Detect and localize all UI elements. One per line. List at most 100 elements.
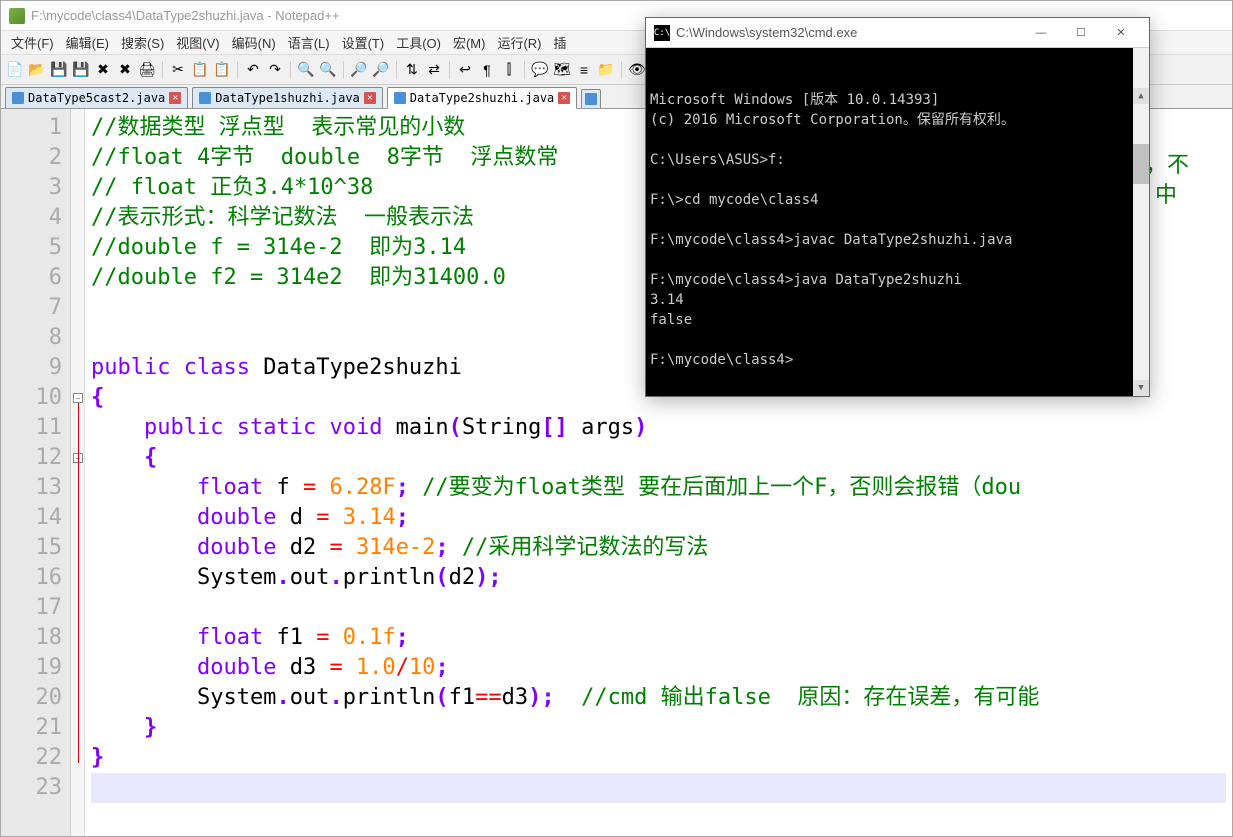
save-icon[interactable]: 💾 (49, 60, 69, 80)
tab-label: DataType5cast2.java (28, 91, 165, 105)
folder-icon[interactable]: 📁 (596, 60, 616, 80)
code-line[interactable]: } (91, 743, 1226, 773)
toolbar-separator (524, 61, 525, 79)
close-button[interactable]: ✕ (1101, 19, 1141, 47)
code-line[interactable]: public static void main(String[] args) (91, 413, 1226, 443)
editor-tab[interactable]: DataType2shuzhi.java (387, 87, 578, 109)
new-file-icon[interactable]: 📄 (5, 60, 25, 80)
code-line[interactable]: } (91, 713, 1226, 743)
overflow-text-line3: 中 (1155, 177, 1177, 209)
cut-icon[interactable]: ✂ (168, 60, 188, 80)
cmd-output[interactable]: Microsoft Windows [版本 10.0.14393] (c) 20… (646, 48, 1149, 396)
cmd-scrollbar[interactable]: ▲ ▼ (1133, 48, 1149, 396)
zoom-out-icon[interactable]: 🔎 (371, 60, 391, 80)
code-line[interactable] (91, 773, 1226, 803)
toolbar-separator (396, 61, 397, 79)
toolbar-separator (237, 61, 238, 79)
cmd-text: Microsoft Windows [版本 10.0.14393] (c) 20… (650, 90, 1145, 370)
notepadpp-icon (9, 8, 25, 24)
code-line[interactable]: double d3 = 1.0/10; (91, 653, 1226, 683)
paste-icon[interactable]: 📋 (212, 60, 232, 80)
line-number: 13 (1, 473, 62, 503)
fold-toggle-icon[interactable]: − (73, 393, 83, 403)
toolbar-separator (621, 61, 622, 79)
code-line[interactable]: double d = 3.14; (91, 503, 1226, 533)
cmd-window-title: C:\Windows\system32\cmd.exe (676, 25, 1021, 40)
editor-tab-overflow[interactable] (581, 89, 601, 108)
lang-icon[interactable]: 💬 (530, 60, 550, 80)
line-number-gutter: 1234567891011121314151617181920212223 (1, 109, 71, 836)
menu-item[interactable]: 运行(R) (491, 31, 547, 54)
code-line[interactable]: float f1 = 0.1f; (91, 623, 1226, 653)
line-number: 2 (1, 143, 62, 173)
find-icon[interactable]: 🔍 (296, 60, 316, 80)
scroll-thumb[interactable] (1133, 144, 1149, 184)
tab-close-icon[interactable] (169, 92, 181, 104)
line-number: 23 (1, 773, 62, 803)
replace-icon[interactable]: 🔍 (318, 60, 338, 80)
all-chars-icon[interactable]: ¶ (477, 60, 497, 80)
monitor-icon[interactable]: 👁 (627, 60, 647, 80)
line-number: 20 (1, 683, 62, 713)
save-all-icon[interactable]: 💾 (71, 60, 91, 80)
editor-tab[interactable]: DataType5cast2.java (5, 87, 188, 108)
line-number: 15 (1, 533, 62, 563)
tab-close-icon[interactable] (364, 92, 376, 104)
copy-icon[interactable]: 📋 (190, 60, 210, 80)
menu-item[interactable]: 编辑(E) (60, 31, 115, 54)
tab-close-icon[interactable] (558, 92, 570, 104)
minimize-button[interactable]: — (1021, 19, 1061, 47)
code-line[interactable]: System.out.println(d2); (91, 563, 1226, 593)
fold-guide-line (78, 403, 79, 763)
open-file-icon[interactable]: 📂 (27, 60, 47, 80)
code-line[interactable]: double d2 = 314e-2; //采用科学记数法的写法 (91, 533, 1226, 563)
close-icon[interactable]: ✖ (93, 60, 113, 80)
toolbar-separator (162, 61, 163, 79)
menu-item[interactable]: 文件(F) (5, 31, 60, 54)
line-number: 21 (1, 713, 62, 743)
line-number: 18 (1, 623, 62, 653)
menu-item[interactable]: 视图(V) (170, 31, 225, 54)
code-line[interactable] (91, 593, 1226, 623)
menu-item[interactable]: 编码(N) (226, 31, 282, 54)
undo-icon[interactable]: ↶ (243, 60, 263, 80)
menu-item[interactable]: 搜索(S) (115, 31, 170, 54)
code-line[interactable]: float f = 6.28F; //要变为float类型 要在后面加上一个F，… (91, 473, 1226, 503)
toolbar-separator (290, 61, 291, 79)
zoom-in-icon[interactable]: 🔎 (349, 60, 369, 80)
tab-label: DataType1shuzhi.java (215, 91, 360, 105)
print-icon[interactable]: 🖨 (137, 60, 157, 80)
func-list-icon[interactable]: ≡ (574, 60, 594, 80)
file-icon (12, 92, 24, 104)
line-number: 9 (1, 353, 62, 383)
line-number: 12 (1, 443, 62, 473)
fold-column[interactable]: −− (71, 109, 85, 836)
menu-item[interactable]: 设置(T) (336, 31, 391, 54)
line-number: 5 (1, 233, 62, 263)
cmd-titlebar[interactable]: C:\ C:\Windows\system32\cmd.exe — ☐ ✕ (646, 18, 1149, 48)
menu-item[interactable]: 工具(O) (390, 31, 447, 54)
code-line[interactable]: System.out.println(f1==d3); //cmd 输出fals… (91, 683, 1226, 713)
menu-item[interactable]: 插 (548, 31, 573, 54)
editor-tab[interactable]: DataType1shuzhi.java (192, 87, 383, 108)
doc-map-icon[interactable]: 🗺 (552, 60, 572, 80)
indent-guide-icon[interactable]: ⫿ (499, 60, 519, 80)
menu-item[interactable]: 语言(L) (282, 31, 336, 54)
scroll-down-icon[interactable]: ▼ (1133, 380, 1149, 396)
menu-item[interactable]: 宏(M) (447, 31, 492, 54)
wordwrap-icon[interactable]: ↩ (455, 60, 475, 80)
line-number: 17 (1, 593, 62, 623)
line-number: 16 (1, 563, 62, 593)
close-all-icon[interactable]: ✖ (115, 60, 135, 80)
toolbar-separator (449, 61, 450, 79)
sync-h-icon[interactable]: ⇄ (424, 60, 444, 80)
sync-v-icon[interactable]: ⇅ (402, 60, 422, 80)
maximize-button[interactable]: ☐ (1061, 19, 1101, 47)
cmd-icon: C:\ (654, 25, 670, 41)
scroll-up-icon[interactable]: ▲ (1133, 88, 1149, 104)
cmd-window[interactable]: C:\ C:\Windows\system32\cmd.exe — ☐ ✕ Mi… (645, 17, 1150, 397)
redo-icon[interactable]: ↷ (265, 60, 285, 80)
overflow-text-line2: ，不 (1145, 147, 1189, 179)
file-icon (585, 93, 597, 105)
code-line[interactable]: { (91, 443, 1226, 473)
